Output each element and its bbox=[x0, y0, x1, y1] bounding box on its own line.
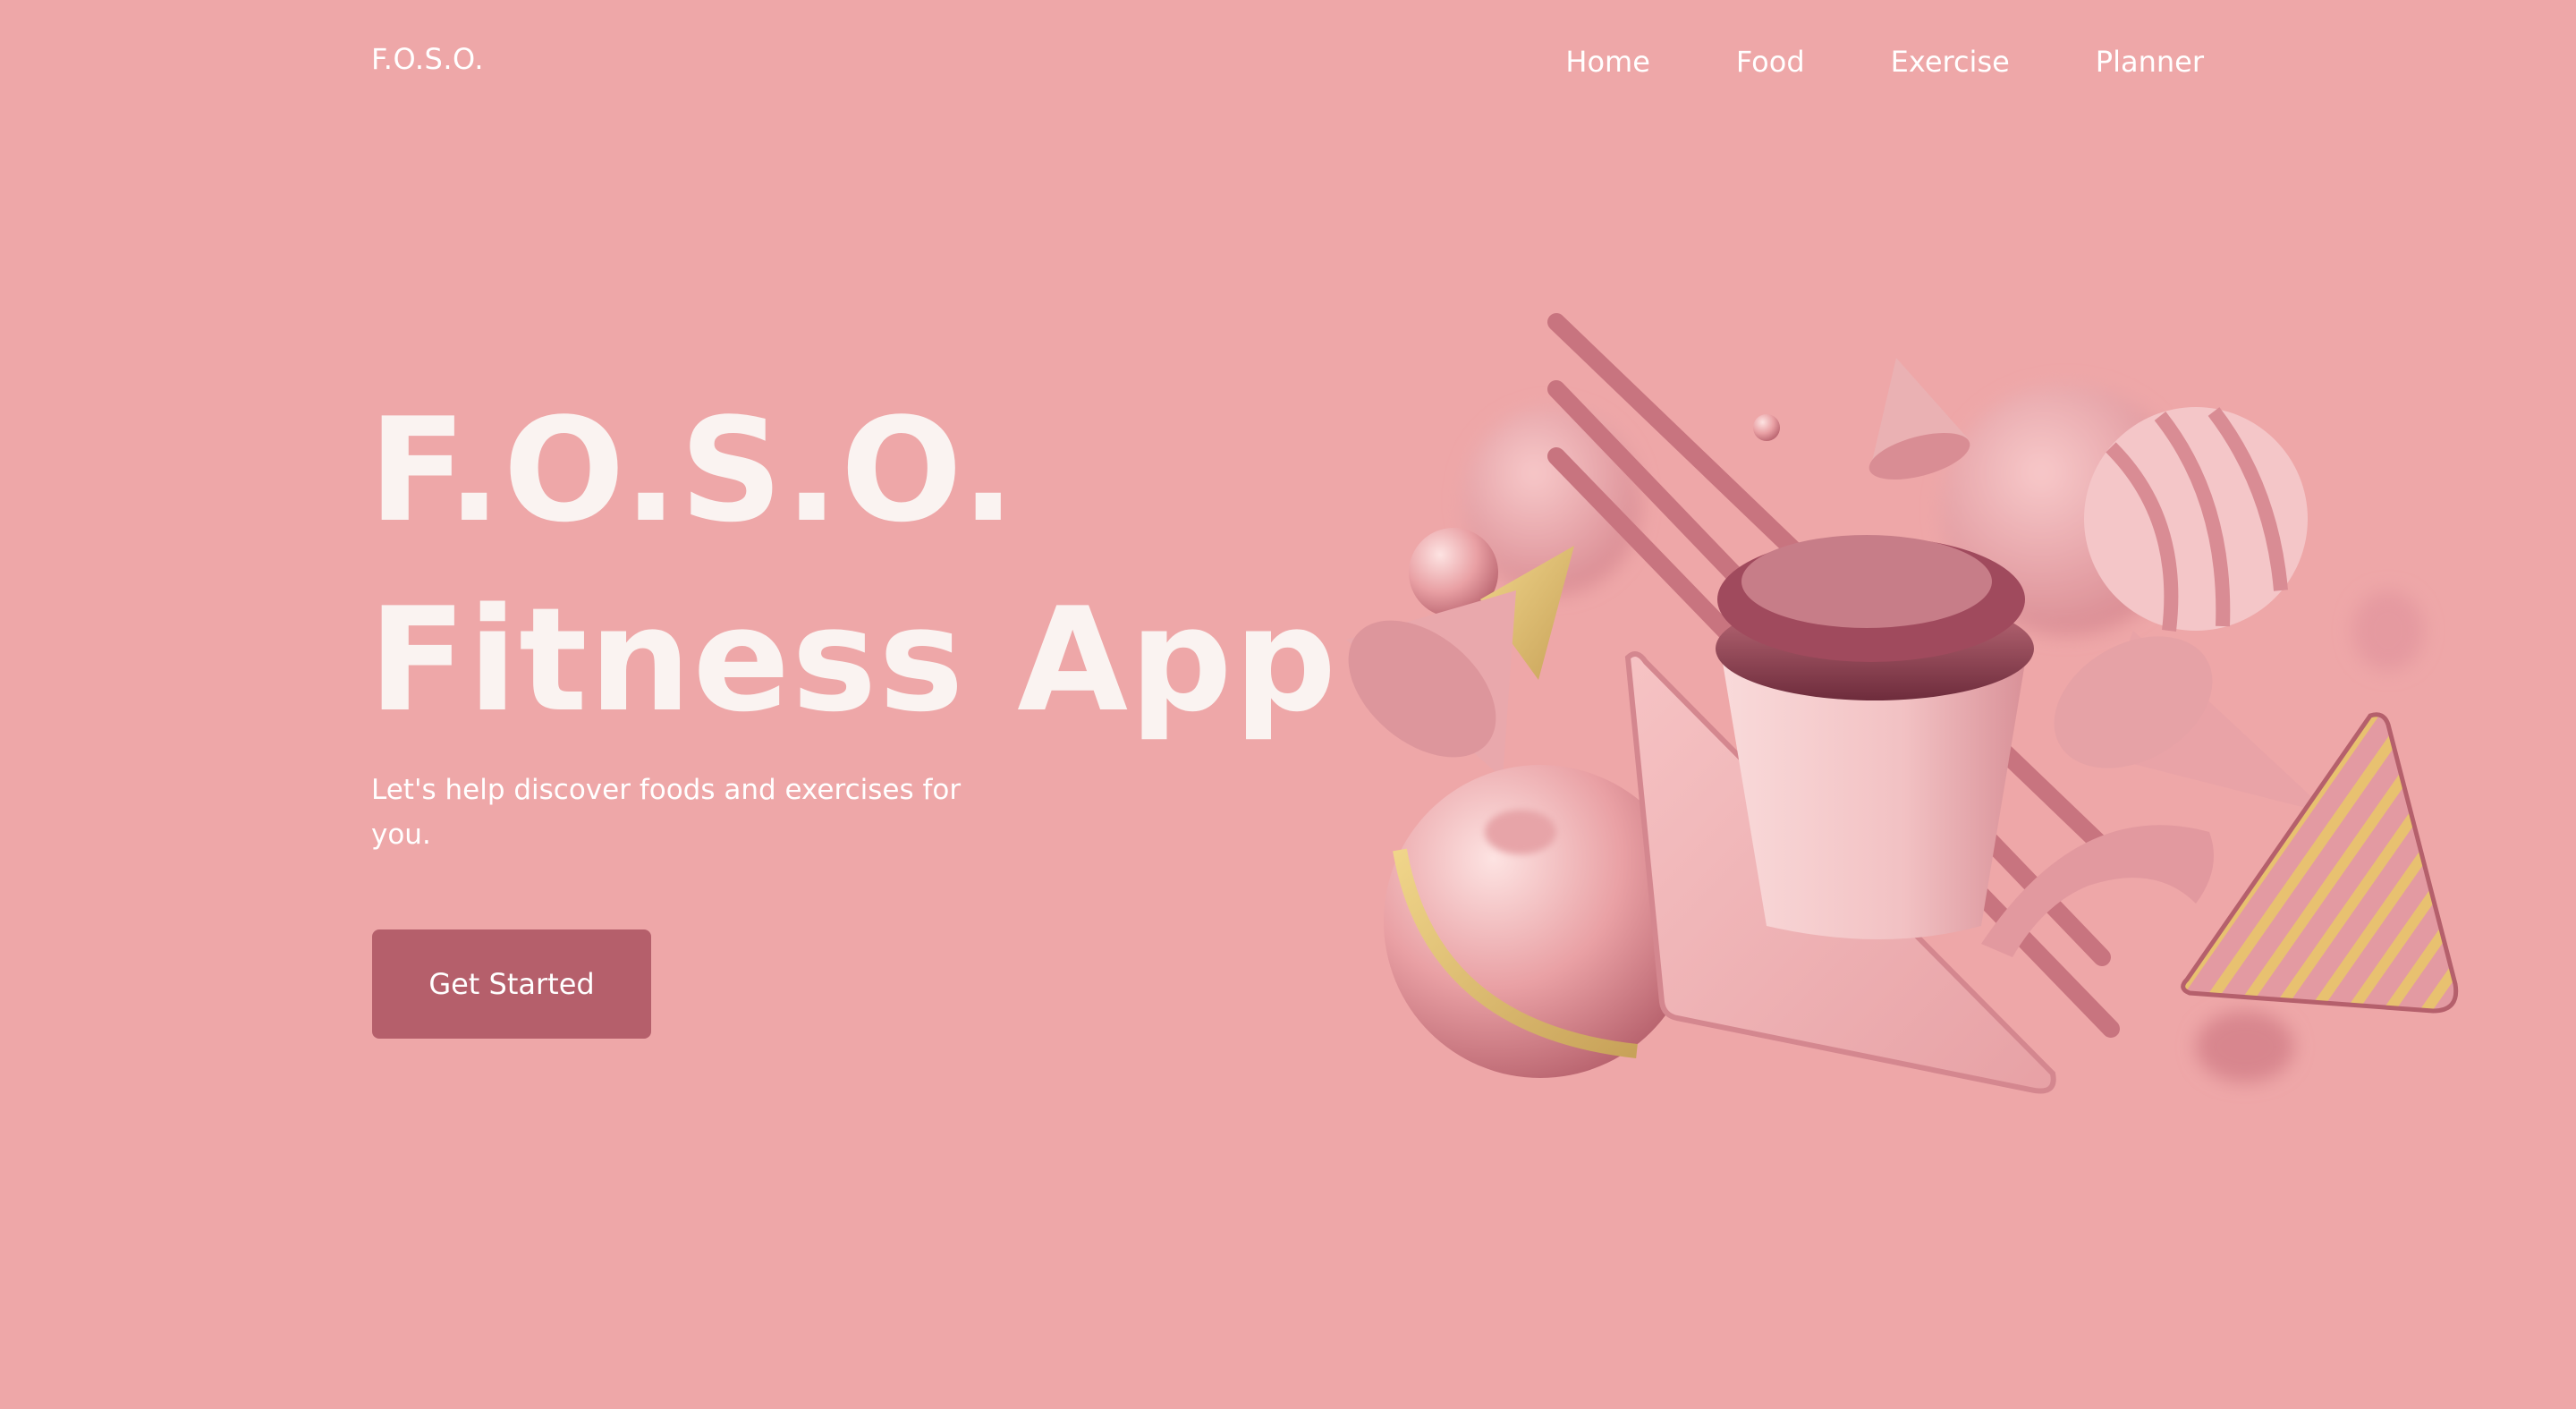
hero-illustration bbox=[1346, 313, 2459, 1094]
hero-title-line-1: F.O.S.O. bbox=[369, 386, 1018, 554]
landing-page: F.O.S.O. Home Food Exercise Planner F.O.… bbox=[0, 0, 2576, 1409]
nav-item-exercise: Exercise bbox=[1805, 42, 2010, 81]
arc-shape bbox=[1981, 825, 2214, 957]
nav-link-exercise[interactable]: Exercise bbox=[1891, 42, 2010, 81]
brand-logo[interactable]: F.O.S.O. bbox=[371, 42, 484, 76]
nav-item-home: Home bbox=[1479, 42, 1650, 81]
hero-title-line-2: Fitness App bbox=[369, 576, 1339, 743]
get-started-button[interactable]: Get Started bbox=[372, 929, 651, 1039]
nav-link-planner[interactable]: Planner bbox=[2096, 42, 2204, 81]
blob-shape bbox=[2196, 1011, 2294, 1082]
small-sphere bbox=[1753, 414, 1780, 441]
nav-link-food[interactable]: Food bbox=[1736, 42, 1805, 81]
nav-list: Home Food Exercise Planner bbox=[1479, 42, 2204, 81]
hero-subtitle: Let's help discover foods and exercises … bbox=[371, 774, 962, 851]
nav-item-food: Food bbox=[1650, 42, 1805, 81]
cup-lid-top bbox=[1741, 535, 1992, 628]
nav-item-planner: Planner bbox=[2010, 42, 2204, 81]
sphere-dimple bbox=[1485, 810, 1556, 854]
nav-link-home[interactable]: Home bbox=[1565, 42, 1650, 81]
blob-shape bbox=[2352, 590, 2424, 671]
hero-title: F.O.S.O. Fitness App bbox=[369, 376, 1338, 755]
